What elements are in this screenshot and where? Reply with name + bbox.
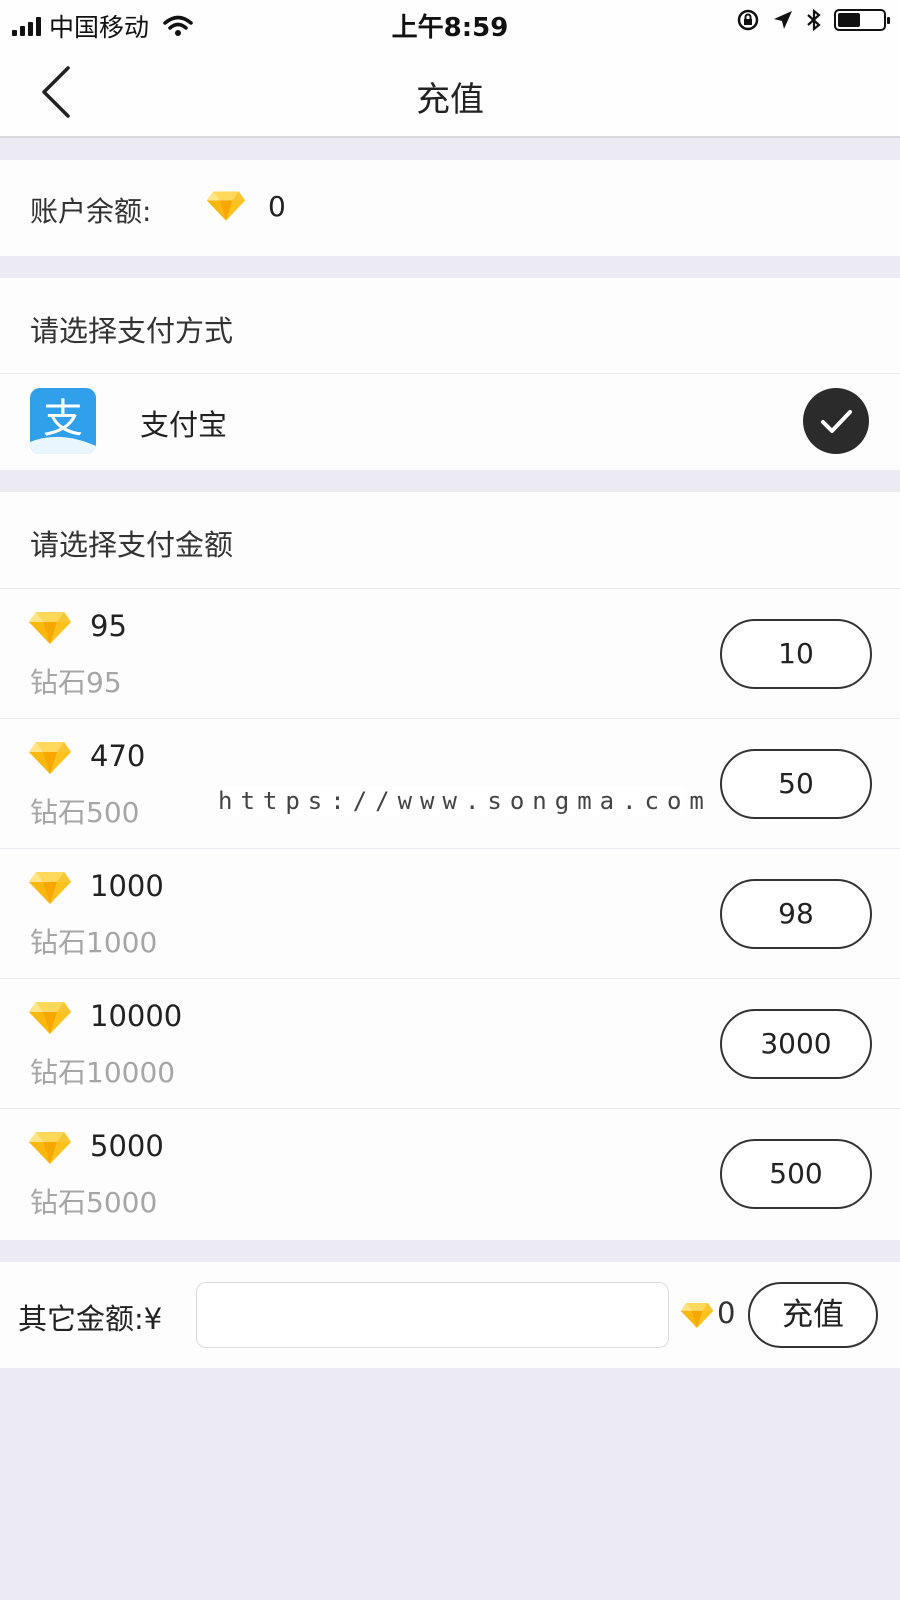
package-amount: 95 [90, 609, 127, 643]
balance-value: 0 [268, 190, 286, 223]
check-icon[interactable] [803, 388, 869, 454]
recharge-button[interactable]: 充值 [748, 1282, 878, 1348]
pay-method-header: 请选择支付方式 [0, 278, 900, 374]
other-amount-input[interactable] [196, 1282, 669, 1348]
pay-method-section: 请选择支付方式 支 支付宝 [0, 278, 900, 470]
package-amount: 10000 [90, 999, 183, 1033]
bluetooth-icon [807, 8, 821, 32]
pay-amount-section: 请选择支付金额 95 钻石95 10 470 钻石500 50 1000 钻石1… [0, 492, 900, 1240]
price-button[interactable]: 10 [720, 619, 872, 689]
package-description: 钻石1000 [30, 926, 158, 959]
diamond-icon [28, 871, 72, 905]
watermark-text: https://www.songma.com [218, 786, 712, 816]
package-row: 470 钻石500 50 [0, 718, 900, 848]
other-diamond-value: 0 [717, 1296, 736, 1330]
pay-amount-heading: 请选择支付金额 [30, 528, 234, 562]
nav-bar: 充值 [0, 48, 900, 138]
price-button[interactable]: 50 [720, 749, 872, 819]
package-description: 钻石500 [30, 796, 140, 829]
other-amount-label: 其它金额:¥ [18, 1302, 163, 1336]
package-amount: 1000 [90, 869, 164, 903]
diamond-icon [28, 1001, 72, 1035]
other-amount-section: 其它金额:¥ 0 充值 [0, 1262, 900, 1368]
diamond-icon [680, 1302, 714, 1329]
package-row: 95 钻石95 10 [0, 588, 900, 718]
rotation-lock-icon [737, 9, 759, 31]
diamond-icon [28, 611, 72, 645]
diamond-icon [28, 1131, 72, 1165]
status-bar: 中国移动 上午8:59 [0, 0, 900, 48]
diamond-icon [28, 741, 72, 775]
pay-method-heading: 请选择支付方式 [30, 314, 234, 348]
package-description: 钻石95 [30, 666, 122, 699]
package-amount: 5000 [90, 1129, 164, 1163]
location-icon [774, 11, 792, 29]
price-button[interactable]: 98 [720, 879, 872, 949]
balance-label: 账户余额: [30, 195, 152, 228]
package-description: 钻石10000 [30, 1056, 176, 1089]
package-row: 5000 钻石5000 500 [0, 1108, 900, 1238]
price-button[interactable]: 3000 [720, 1009, 872, 1079]
package-description: 钻石5000 [30, 1186, 158, 1219]
payment-option-alipay[interactable]: 支 支付宝 [0, 374, 900, 470]
package-amount: 470 [90, 739, 146, 773]
alipay-icon: 支 [30, 388, 96, 454]
page-title: 充值 [416, 80, 484, 120]
payment-option-label: 支付宝 [140, 408, 228, 442]
diamond-icon [206, 190, 246, 222]
balance-section: 账户余额: 0 [0, 160, 900, 256]
svg-text:支: 支 [43, 396, 83, 442]
pay-amount-header: 请选择支付金额 [0, 492, 900, 588]
price-button[interactable]: 500 [720, 1139, 872, 1209]
package-row: 1000 钻石1000 98 [0, 848, 900, 978]
battery-icon [834, 9, 890, 31]
package-row: 10000 钻石10000 3000 [0, 978, 900, 1108]
